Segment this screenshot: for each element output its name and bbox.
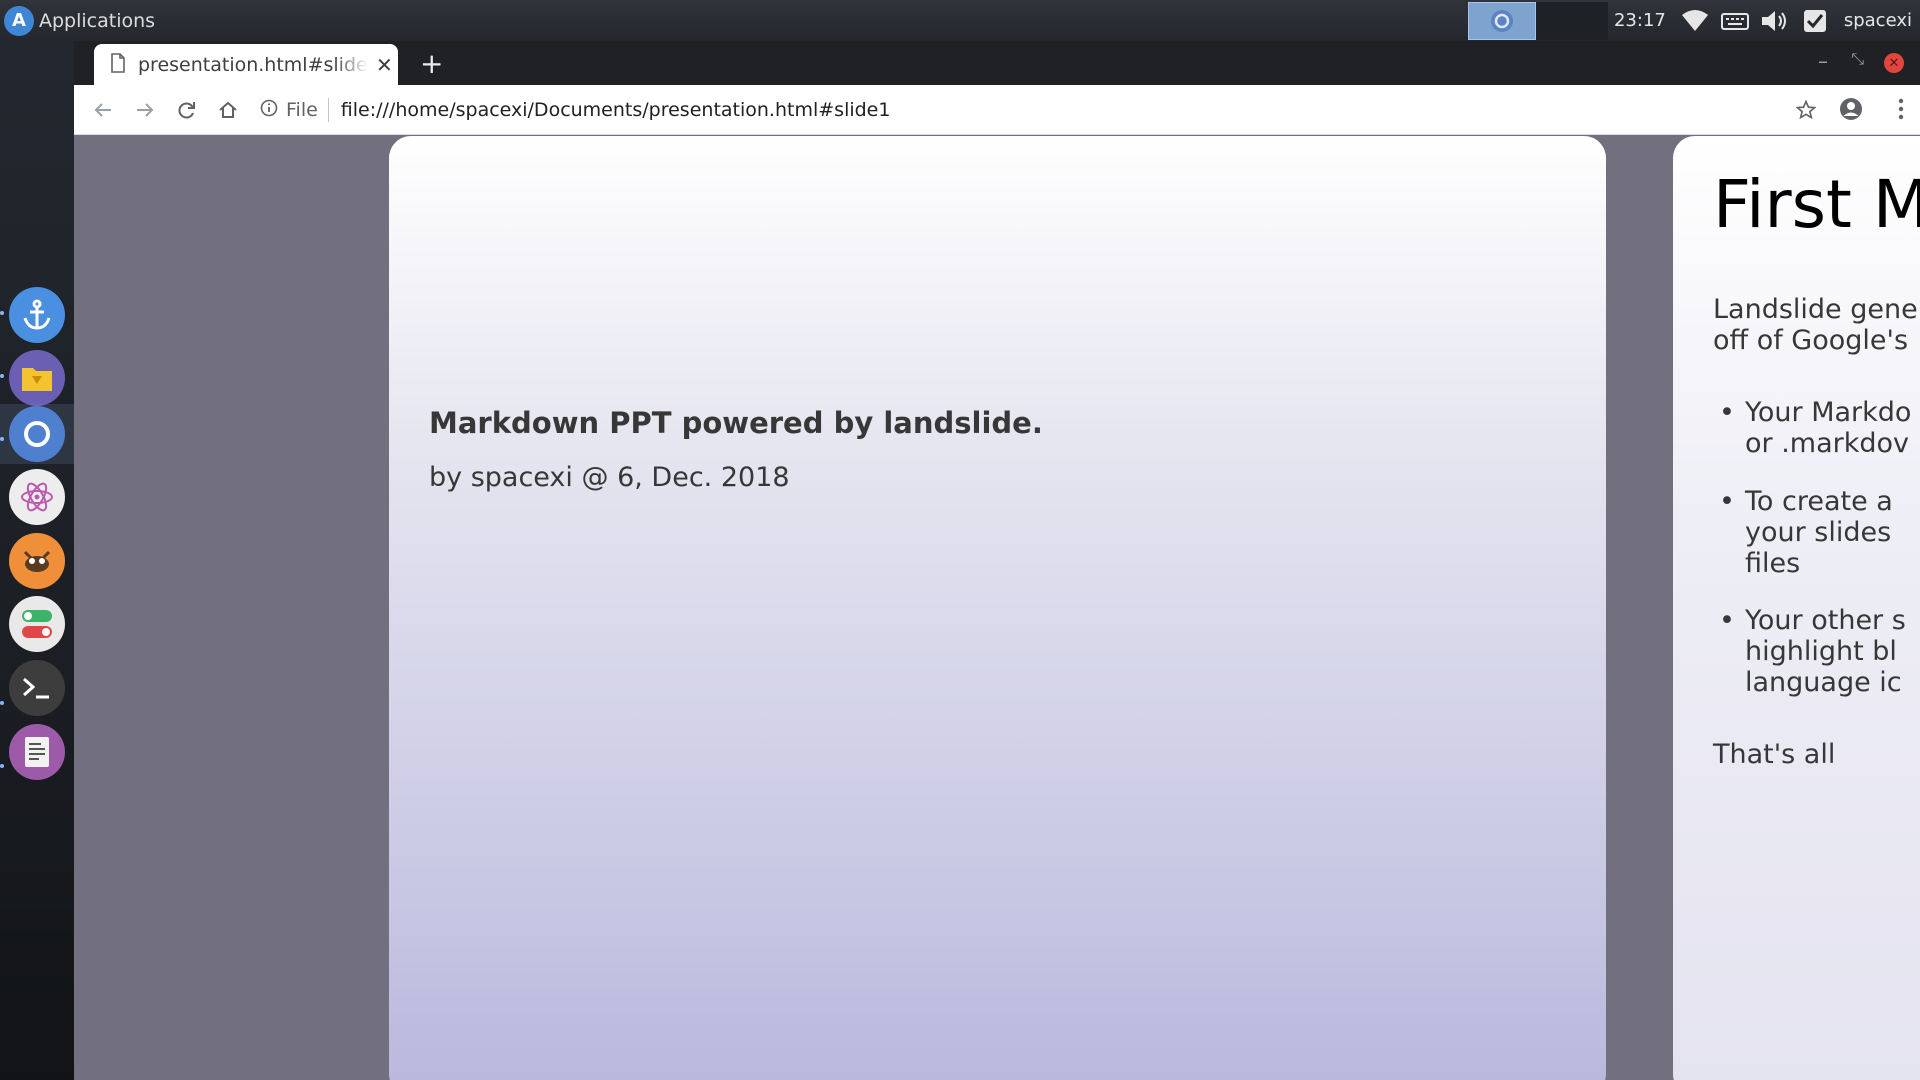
home-icon[interactable]	[213, 95, 243, 125]
top-panel: A Applications 23:17 spacexi	[0, 0, 1920, 41]
browser-toolbar: File file:///home/spacexi/Documents/pres…	[74, 85, 1920, 135]
chrome-icon[interactable]	[9, 406, 65, 462]
slide-2-intro-line: off of Google's	[1713, 325, 1909, 356]
dock-running-indicator	[0, 374, 4, 378]
bullet-line: To create a	[1745, 486, 1893, 517]
slide-2-bullet-3: Your other s highlight bl language ic	[1719, 605, 1906, 698]
slide-2-bullet-1: Your Markdo or .markdov	[1719, 397, 1912, 459]
chrome-task-icon[interactable]	[1467, 1, 1536, 40]
slide-2-title: First Ma	[1713, 166, 1920, 243]
gimp-icon[interactable]	[9, 533, 65, 589]
restore-icon[interactable]: ⤡	[1851, 49, 1864, 69]
reload-icon[interactable]	[172, 95, 202, 125]
page-icon	[110, 52, 126, 77]
volume-icon[interactable]	[1760, 6, 1790, 36]
clock[interactable]: 23:17	[1614, 10, 1666, 31]
dock	[0, 41, 74, 1080]
back-icon[interactable]	[88, 95, 118, 125]
bullet-line: Your Markdo	[1745, 397, 1912, 428]
new-tab-button[interactable]: +	[420, 47, 443, 80]
url-text[interactable]: file:///home/spacexi/Documents/presentat…	[341, 99, 891, 121]
dock-running-indicator	[0, 437, 4, 441]
dock-running-indicator	[0, 701, 4, 705]
bullet-line: language ic	[1745, 667, 1902, 698]
bookmark-star-icon[interactable]	[1795, 99, 1817, 124]
forward-icon[interactable]	[130, 95, 160, 125]
file-manager-icon[interactable]	[9, 350, 65, 406]
atom-icon[interactable]	[9, 469, 65, 525]
slide-1-title: Markdown PPT powered by landslide.	[429, 406, 1043, 440]
profile-icon[interactable]	[1838, 96, 1864, 126]
site-info-button[interactable]: File	[260, 99, 318, 121]
keyboard-icon[interactable]	[1720, 6, 1750, 36]
user-name[interactable]: spacexi	[1844, 10, 1912, 31]
browser-window: presentation.html#slide1 ✕ + – ⤡ ✕ File	[74, 41, 1920, 1080]
address-separator	[327, 98, 329, 122]
slide-2-bullet-2: To create a your slides files	[1719, 486, 1893, 579]
bullet-line: highlight bl	[1745, 636, 1897, 667]
bullet-line: or .markdov	[1745, 428, 1910, 459]
terminal-icon[interactable]	[9, 660, 65, 716]
info-icon	[260, 99, 278, 121]
bullet-line: Your other s	[1745, 605, 1906, 636]
slide-1-subtitle: by spacexi @ 6, Dec. 2018	[429, 462, 790, 493]
tab-strip: presentation.html#slide1 ✕ + – ⤡ ✕	[74, 41, 1920, 85]
menu-icon[interactable]	[1898, 98, 1904, 124]
slide-1[interactable]: Markdown PPT powered by landslide. by sp…	[389, 136, 1606, 1080]
tab-close-icon[interactable]: ✕	[376, 53, 393, 77]
minimize-icon[interactable]: –	[1818, 49, 1828, 73]
applications-label: Applications	[39, 9, 156, 32]
tab-presentation[interactable]: presentation.html#slide1 ✕	[94, 44, 398, 85]
page-content: Markdown PPT powered by landslide. by sp…	[74, 136, 1920, 1080]
slide-2-closing: That's all	[1713, 739, 1836, 770]
site-info-label: File	[286, 99, 318, 121]
window-close-icon[interactable]: ✕	[1884, 53, 1904, 73]
checkbox-icon[interactable]	[1800, 6, 1830, 36]
slide-2[interactable]: First Ma Landslide gene off of Google's …	[1673, 136, 1920, 1080]
bullet-line: your slides	[1745, 517, 1892, 548]
applications-logo-icon: A	[4, 5, 34, 36]
system-tray: 23:17 spacexi	[1467, 0, 1920, 41]
applications-menu[interactable]: A Applications	[0, 0, 155, 41]
tab-title: presentation.html#slide1	[138, 53, 368, 76]
address-bar[interactable]: File file:///home/spacexi/Documents/pres…	[260, 91, 1820, 129]
dock-running-indicator	[0, 764, 4, 768]
slide-2-intro-line: Landslide gene	[1713, 294, 1918, 325]
wifi-icon[interactable]	[1680, 6, 1710, 36]
dock-running-indicator	[0, 311, 4, 315]
text-editor-icon[interactable]	[9, 724, 65, 780]
bullet-line: files	[1745, 548, 1801, 579]
anchor-icon[interactable]	[9, 287, 65, 343]
toggle-settings-icon[interactable]	[9, 596, 65, 652]
taskbar-slot[interactable]	[1535, 1, 1608, 40]
